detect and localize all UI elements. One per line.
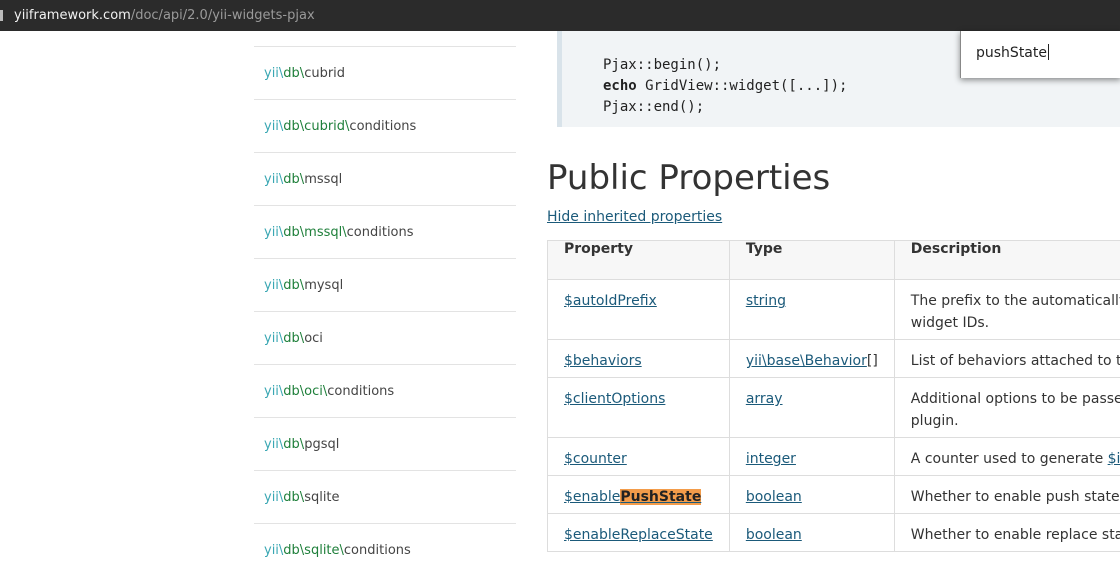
description-text: List of behaviors attached to this c <box>911 353 1120 369</box>
hide-inherited-link[interactable]: Hide inherited properties <box>547 209 722 225</box>
type-link[interactable]: array <box>746 391 783 407</box>
table-row: $clientOptions array Additional options … <box>548 378 1120 438</box>
search-highlight: PushState <box>620 489 701 505</box>
url-text[interactable]: yiiframework.com/doc/api/2.0/yii-widgets… <box>14 0 315 31</box>
sidebar-item[interactable]: yii\db\mysql <box>254 258 516 311</box>
header-property: Property <box>548 241 730 280</box>
header-description: Description <box>894 241 1120 280</box>
type-link[interactable]: string <box>746 293 786 309</box>
description-text: widget IDs. <box>911 315 989 331</box>
type-suffix: [] <box>867 353 878 369</box>
type-link[interactable]: boolean <box>746 489 802 505</box>
page-section-title: Public Properties <box>547 153 830 203</box>
property-link[interactable]: $behaviors <box>564 353 642 369</box>
property-link[interactable]: $enableReplaceState <box>564 527 713 543</box>
code-keyword: echo <box>603 78 637 94</box>
url-path: /doc/api/2.0/yii-widgets-pjax <box>131 8 315 23</box>
sidebar-item[interactable]: yii\db\mssql\conditions <box>254 205 516 258</box>
description-text: plugin. <box>911 413 959 429</box>
sidebar-item[interactable]: yii\db\oci\conditions <box>254 364 516 417</box>
sidebar-item[interactable]: yii\db\pgsql <box>254 417 516 470</box>
sidebar-item[interactable]: yii\db\sqlite\conditions <box>254 523 516 576</box>
code-line: GridView::widget([...]); <box>637 78 848 94</box>
url-host: yiiframework.com <box>14 8 131 23</box>
sidebar-nav: yii\db\cubrid yii\db\cubrid\conditions y… <box>254 46 516 576</box>
table-row: $behaviors yii\base\Behavior[] List of b… <box>548 340 1120 378</box>
table-row: $enableReplaceState boolean Whether to e… <box>548 514 1120 552</box>
sidebar-item[interactable]: yii\db\mssql <box>254 152 516 205</box>
description-text: Additional options to be passed to <box>911 391 1120 407</box>
lock-icon <box>0 10 3 21</box>
find-bar[interactable]: pushState <box>960 31 1120 78</box>
properties-table: Property Type Description $autoIdPrefix … <box>547 240 1120 552</box>
property-link[interactable]: $enablePushState <box>564 489 701 505</box>
property-link[interactable]: $clientOptions <box>564 391 665 407</box>
description-text: Whether to enable push state. <box>911 489 1120 505</box>
sidebar-item[interactable]: yii\db\cubrid\conditions <box>254 99 516 152</box>
table-row: $enablePushState boolean Whether to enab… <box>548 476 1120 514</box>
find-input[interactable]: pushState <box>976 44 1049 61</box>
table-header-row: Property Type Description <box>548 241 1120 280</box>
description-text: A counter used to generate <box>911 451 1108 467</box>
table-row: $autoIdPrefix string The prefix to the a… <box>548 280 1120 340</box>
description-text: Whether to enable replace state. <box>911 527 1120 543</box>
type-link[interactable]: yii\base\Behavior <box>746 353 867 369</box>
code-line: Pjax::end(); <box>603 99 704 115</box>
code-line: Pjax::begin(); <box>603 57 721 73</box>
type-link[interactable]: integer <box>746 451 796 467</box>
id-link[interactable]: $id <box>1108 451 1120 467</box>
sidebar-item[interactable]: yii\db\cubrid <box>254 46 516 99</box>
address-bar[interactable]: yiiframework.com/doc/api/2.0/yii-widgets… <box>0 0 1120 31</box>
property-link[interactable]: $counter <box>564 451 627 467</box>
text-caret <box>1048 44 1049 60</box>
property-link[interactable]: $autoIdPrefix <box>564 293 657 309</box>
description-text: The prefix to the automatically ge <box>911 293 1120 309</box>
sidebar-item[interactable]: yii\db\sqlite <box>254 470 516 523</box>
type-link[interactable]: boolean <box>746 527 802 543</box>
table-row: $counter integer A counter used to gener… <box>548 438 1120 476</box>
sidebar-item[interactable]: yii\db\oci <box>254 311 516 364</box>
header-type: Type <box>729 241 894 280</box>
